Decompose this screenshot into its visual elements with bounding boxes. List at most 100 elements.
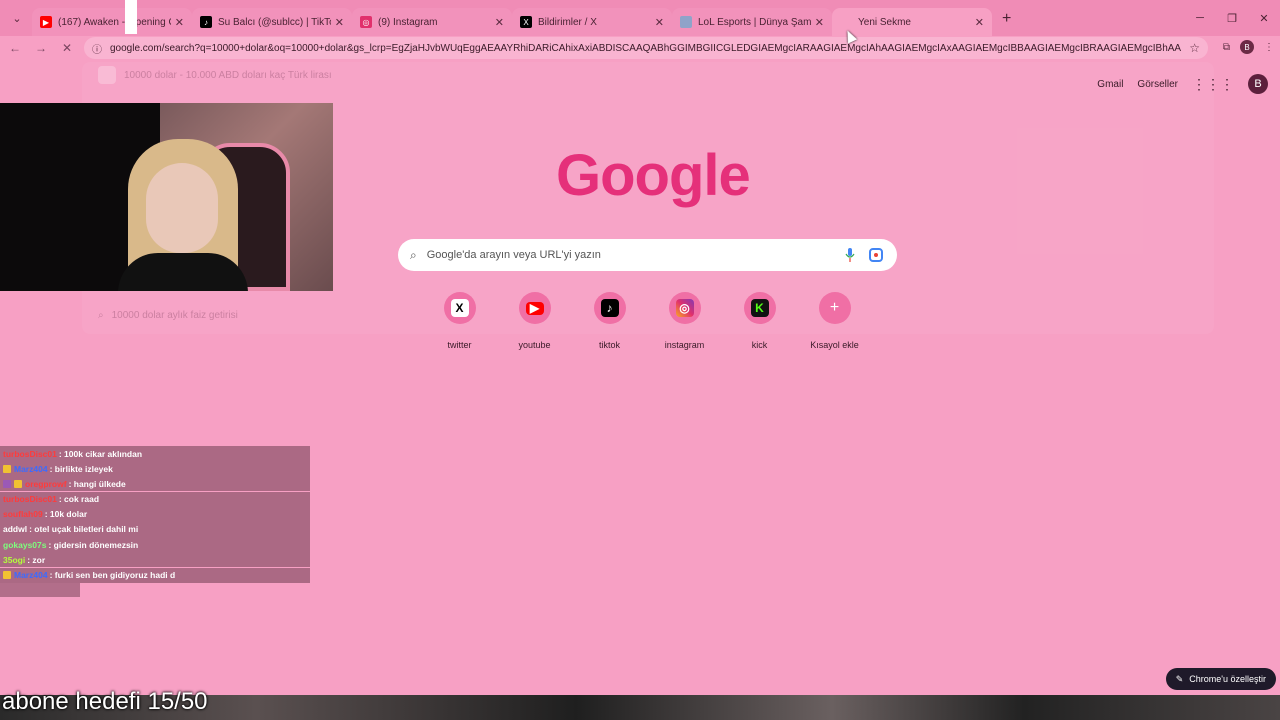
chat-tail: [0, 582, 80, 597]
images-link[interactable]: Görseller: [1137, 79, 1178, 90]
customize-chrome-button[interactable]: ✎ Chrome'u özelleştir: [1165, 668, 1276, 690]
new-tab-plus-icon[interactable]: +: [1002, 10, 1011, 28]
chat-user: gokays07s: [3, 539, 47, 550]
chat-user: turbosDisc01: [3, 448, 57, 459]
chat-message: gokays07s : gidersin dönemezsin: [0, 537, 310, 553]
shortcut-kick[interactable]: K kick: [722, 292, 797, 350]
lol-esports-icon: [680, 16, 692, 28]
x-icon: X: [450, 299, 469, 317]
instagram-icon: ◎: [675, 299, 694, 317]
chat-text: : 100k cikar aklından: [58, 448, 143, 459]
window-close-icon[interactable]: ✕: [1248, 12, 1280, 25]
tab-search-button[interactable]: ⌄: [6, 7, 28, 29]
search-box[interactable]: ⌕ Google'da arayın veya URL'yi yazın: [398, 239, 897, 271]
google-lens-icon[interactable]: [869, 248, 883, 262]
address-bar[interactable]: ⓘ google.com/search?q=10000+dolar&oq=100…: [84, 37, 1208, 59]
tab-youtube[interactable]: ▶ (167) Awaken - Opening Ceremony ✕: [32, 8, 192, 36]
search-icon: ⌕: [98, 310, 104, 321]
tab-title: Yeni Sekme: [858, 16, 911, 28]
restore-icon[interactable]: ❐: [1216, 12, 1248, 25]
sub-badge-icon: [3, 571, 11, 579]
suggestion-row[interactable]: 10000 dolar - 10.000 ABD doları kaç Türk…: [98, 66, 332, 84]
tab-tiktok[interactable]: ♪ Su Balcı (@sublcc) | TikTok ✕: [192, 8, 352, 36]
suggestion-text: 10000 dolar aylık faiz getirisi: [111, 310, 238, 321]
badge-icon: [3, 479, 11, 488]
search-input[interactable]: Google'da arayın veya URL'yi yazın: [427, 249, 845, 261]
chat-text: : zor: [27, 554, 46, 565]
x-icon: X: [520, 16, 532, 28]
extensions-icon[interactable]: ⧉: [1223, 42, 1230, 53]
tab-instagram[interactable]: ◎ (9) Instagram ✕: [352, 8, 512, 36]
suggestion-row[interactable]: ⌕ 10000 dolar aylık faiz getirisi: [98, 310, 238, 321]
shortcut-label: instagram: [664, 340, 705, 350]
tab-title: Bildirimler / X: [538, 16, 597, 28]
shortcut-tiktok[interactable]: ♪ tiktok: [572, 292, 647, 350]
close-icon[interactable]: ✕: [495, 16, 504, 29]
chat-text: : cok raad: [58, 494, 100, 505]
close-icon[interactable]: ✕: [815, 16, 824, 29]
back-icon[interactable]: ←: [4, 41, 26, 55]
tab-title: (9) Instagram: [378, 16, 438, 28]
tab-title: Su Balcı (@sublcc) | TikTok: [218, 16, 331, 28]
window-controls: ─ ❐ ✕: [1184, 0, 1280, 36]
search-icon: ⌕: [410, 247, 417, 262]
shortcut-label: Kısayol ekle: [810, 340, 859, 350]
menu-icon[interactable]: ⋮: [1264, 42, 1274, 53]
chat-user: turbosDisc01: [3, 494, 57, 505]
chat-text: : otel uçak biletleri dahil mi: [29, 524, 139, 535]
chat-message: addwl : otel uçak biletleri dahil mi: [0, 521, 310, 537]
gmail-link[interactable]: Gmail: [1097, 79, 1123, 90]
close-icon[interactable]: ✕: [655, 16, 664, 29]
close-icon[interactable]: ✕: [335, 16, 344, 29]
stop-icon[interactable]: ✕: [56, 41, 78, 55]
minimize-icon[interactable]: ─: [1184, 12, 1216, 24]
tab-title: (167) Awaken - Opening Ceremony: [58, 16, 171, 28]
bookmark-star-icon[interactable]: ☆: [1189, 41, 1200, 55]
site-info-icon[interactable]: ⓘ: [92, 41, 102, 56]
shortcut-label: tiktok: [598, 340, 620, 350]
pencil-icon: ✎: [1175, 673, 1184, 684]
shortcut-twitter[interactable]: X twitter: [422, 292, 497, 350]
chat-text: : gidersin dönemezsin: [48, 539, 139, 550]
tiktok-icon: ♪: [200, 16, 212, 28]
chat-message: 35ogi : zor: [0, 552, 310, 568]
profile-icon[interactable]: B: [1240, 40, 1254, 54]
kick-icon: K: [750, 299, 769, 317]
plus-icon: +: [829, 299, 840, 316]
new-tab-icon: [840, 16, 852, 28]
tab-strip: ⌄ ▶ (167) Awaken - Opening Ceremony ✕ ♪ …: [0, 0, 1280, 36]
chat-user: addwl: [3, 524, 28, 535]
chevron-down-icon: ⌄: [12, 12, 22, 25]
tab-x[interactable]: X Bildirimler / X ✕: [512, 8, 672, 36]
stream-chat: turbosDisc01 : 100k cikar aklından Marz4…: [0, 446, 310, 597]
avatar[interactable]: B: [1248, 74, 1268, 94]
tab-title: LoL Esports | Dünya Şampiyonası: [698, 16, 811, 28]
overlay-bar: [125, 0, 137, 34]
close-icon[interactable]: ✕: [975, 16, 984, 29]
chat-message: Marz404 : birlikte izleyek: [0, 461, 310, 477]
chat-text: : furki sen ben gidiyoruz hadi d: [49, 570, 176, 580]
address-url[interactable]: google.com/search?q=10000+dolar&oq=10000…: [110, 43, 1181, 54]
forward-icon[interactable]: →: [30, 41, 52, 55]
shortcut-youtube[interactable]: ▶ youtube: [497, 292, 572, 350]
youtube-icon: ▶: [525, 301, 544, 315]
apps-grid-icon[interactable]: ⋮⋮⋮: [1192, 76, 1234, 93]
webcam-overlay: [0, 103, 333, 291]
shortcut-instagram[interactable]: ◎ instagram: [647, 292, 722, 350]
chat-message: souflah09 : 10k dolar: [0, 506, 310, 522]
chat-message: turbosDisc01 : cok raad: [0, 491, 310, 507]
close-icon[interactable]: ✕: [175, 16, 184, 29]
shortcuts-grid: X twitter ▶ youtube ♪ tiktok ◎ instagram…: [422, 292, 872, 350]
chat-text: : 10k dolar: [44, 509, 88, 520]
shortcut-label: youtube: [518, 340, 551, 350]
shortcut-add[interactable]: + Kısayol ekle: [797, 292, 872, 350]
customize-label: Chrome'u özelleştir: [1189, 674, 1266, 684]
streamer-face: [146, 163, 218, 253]
subscriber-goal: abone hedefi 15/50: [2, 688, 208, 715]
tab-lol-esports[interactable]: LoL Esports | Dünya Şampiyonası ✕: [672, 8, 832, 36]
chat-text: : hangi ülkede: [68, 478, 126, 489]
tab-new-tab[interactable]: Yeni Sekme ✕: [832, 8, 992, 36]
chat-message: oregprowf : hangi ülkede: [0, 476, 310, 492]
toolbar-right: ⧉ B ⋮: [1223, 40, 1274, 54]
microphone-icon[interactable]: [845, 248, 855, 262]
